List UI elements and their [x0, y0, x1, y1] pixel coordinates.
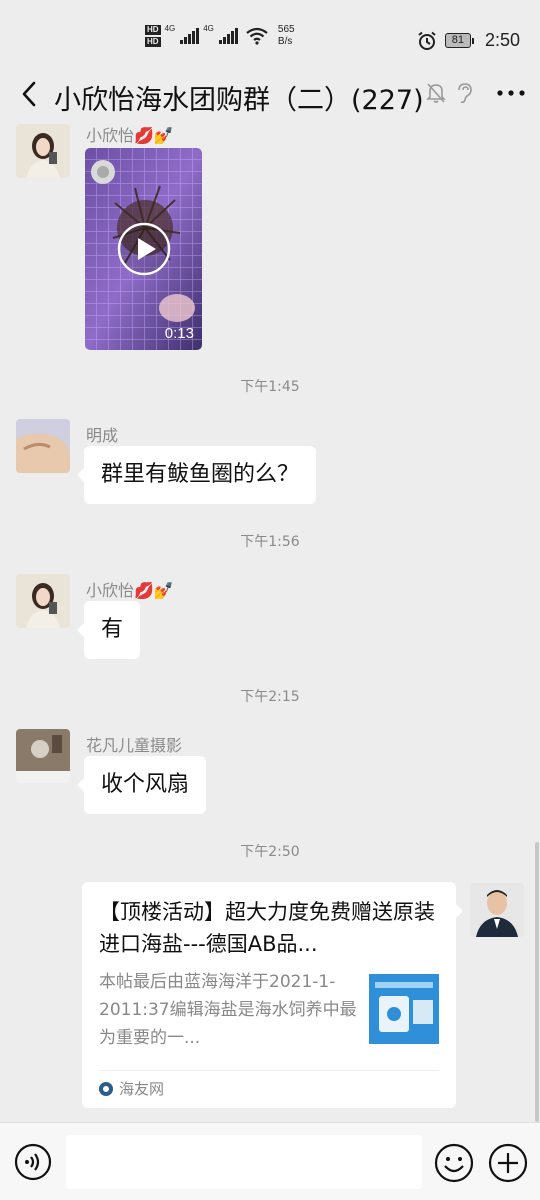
- status-right: 81 2:50: [417, 30, 520, 51]
- message-bubble[interactable]: 有: [76, 601, 141, 659]
- avatar[interactable]: [16, 729, 70, 783]
- status-bar: HD HD 4G 4G 565 B/s 81 2:50: [0, 0, 540, 66]
- avatar-image: [16, 124, 70, 178]
- hd-badge: HD: [145, 37, 161, 47]
- chat-title: 小欣怡海水团购群（二）(227): [54, 85, 424, 116]
- link-card-description: 本帖最后由蓝海海洋于2021-1-2011:37编辑海盐是海水饲养中最为重要的一…: [99, 972, 357, 1048]
- link-card-title: 【顶楼活动】超大力度免费赠送原装进口海盐---德国AB品...: [99, 900, 435, 956]
- battery-icon: 81: [444, 33, 475, 48]
- sender-name: 小欣怡💋💅: [86, 581, 174, 600]
- my-avatar[interactable]: [470, 883, 524, 937]
- message-input[interactable]: [66, 1135, 422, 1189]
- divider: [99, 1070, 439, 1071]
- link-card-thumbnail: [369, 974, 439, 1044]
- network-type-label: 4G: [164, 24, 176, 33]
- avatar-image: [470, 883, 524, 937]
- header-actions: [426, 82, 526, 104]
- hd-badges: HD HD: [145, 25, 161, 47]
- link-card[interactable]: 【顶楼活动】超大力度免费赠送原装进口海盐---德国AB品... 本帖最后由蓝海海…: [82, 882, 463, 1108]
- timestamp: 下午2:50: [240, 844, 300, 860]
- hd-badge: HD: [145, 25, 161, 35]
- avatar[interactable]: [16, 574, 70, 628]
- clock-time: 2:50: [484, 30, 520, 50]
- message-list[interactable]: 小欣怡💋💅 0:13 下午1:45 明成 群里有鲅鱼圈的么？ 下午1:56 小欣…: [0, 122, 540, 1122]
- timestamp: 下午2:15: [240, 689, 300, 705]
- input-bar: [0, 1122, 540, 1200]
- more-icon[interactable]: [496, 82, 526, 104]
- link-card-source: 海友网: [99, 1078, 164, 1099]
- message-bubble[interactable]: 群里有鲅鱼圈的么？: [76, 446, 317, 504]
- source-name: 海友网: [119, 1080, 165, 1098]
- signal-icon: [218, 28, 238, 44]
- emoji-icon[interactable]: [434, 1143, 474, 1183]
- back-icon[interactable]: [18, 80, 44, 108]
- chat-header: 小欣怡海水团购群（二）(227): [0, 66, 540, 122]
- avatar[interactable]: [16, 419, 70, 473]
- avatar-image: [16, 729, 70, 783]
- voice-icon[interactable]: [14, 1143, 52, 1181]
- avatar-image: [16, 419, 70, 473]
- speed-value: 565: [277, 24, 295, 35]
- ear-icon: [458, 83, 472, 104]
- sender-name: 明成: [86, 426, 119, 445]
- sender-name: 小欣怡💋💅: [86, 126, 174, 145]
- speed-unit: B/s: [277, 36, 293, 47]
- timestamp: 下午1:45: [240, 379, 300, 395]
- avatar-image: [16, 574, 70, 628]
- mute-bell-icon: [426, 83, 446, 103]
- signal-icon: [180, 28, 200, 44]
- network-speed: 565 B/s: [278, 24, 295, 48]
- network-type-label: 4G: [203, 24, 214, 33]
- play-icon[interactable]: [117, 222, 171, 276]
- alarm-icon: [418, 31, 436, 50]
- message-bubble[interactable]: 收个风扇: [76, 756, 207, 814]
- timestamp: 下午1:56: [240, 534, 300, 550]
- network-indicators: HD HD 4G 4G 565 B/s: [145, 24, 295, 48]
- avatar[interactable]: [16, 124, 70, 178]
- wifi-icon: [246, 27, 268, 45]
- source-logo-icon: [99, 1081, 113, 1096]
- sender-name: 花凡儿童摄影: [86, 736, 183, 755]
- scrollbar[interactable]: [535, 842, 539, 1122]
- video-duration: 0:13: [164, 325, 194, 342]
- video-message[interactable]: 0:13: [85, 148, 202, 350]
- plus-icon[interactable]: [488, 1143, 528, 1183]
